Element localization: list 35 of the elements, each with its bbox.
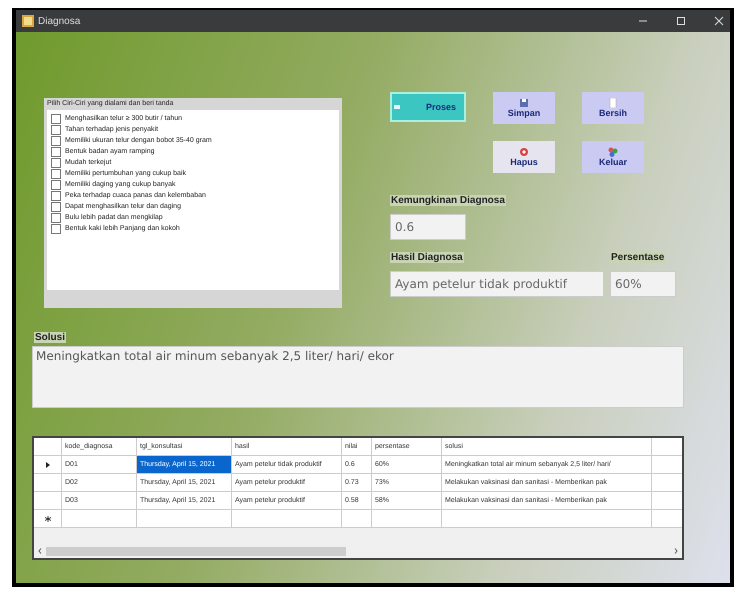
checkbox[interactable] xyxy=(51,180,61,190)
clear-button[interactable]: Bersih xyxy=(582,92,644,124)
checkbox[interactable] xyxy=(51,136,61,146)
app-icon xyxy=(22,15,34,27)
field-label: Hasil Diagnosa xyxy=(390,252,464,263)
checkbox[interactable] xyxy=(51,124,61,134)
maximize-icon[interactable] xyxy=(676,16,686,26)
checkbox[interactable] xyxy=(51,224,61,234)
new-row-icon xyxy=(44,516,50,522)
scroll-right-icon[interactable] xyxy=(674,548,678,554)
window-title: Diagnosa xyxy=(38,16,80,26)
page-icon xyxy=(608,98,618,108)
checkbox[interactable] xyxy=(51,114,61,124)
save-icon xyxy=(519,98,529,108)
field-label: Persentase xyxy=(610,252,666,263)
field-label: Solusi xyxy=(34,332,66,343)
dots-icon xyxy=(608,147,618,157)
save-button[interactable]: Simpan xyxy=(493,92,555,124)
delete-button[interactable]: Hapus xyxy=(493,141,555,173)
checkbox[interactable] xyxy=(51,146,61,156)
solution-field[interactable]: Meningkatkan total air minum sebanyak 2,5 liter/ hari/ ekor xyxy=(32,346,684,408)
checkbox[interactable] xyxy=(51,190,61,200)
exit-button[interactable]: Keluar xyxy=(582,141,644,173)
process-button[interactable]: Proses xyxy=(390,92,466,122)
scroll-left-icon[interactable] xyxy=(38,548,42,554)
checkbox[interactable] xyxy=(51,212,61,222)
probability-field[interactable]: 0.6 xyxy=(390,214,466,240)
result-field[interactable]: Ayam petelur tidak produktif xyxy=(390,271,604,297)
checkbox[interactable] xyxy=(51,202,61,212)
checkbox[interactable] xyxy=(51,158,61,168)
close-icon[interactable] xyxy=(714,16,724,26)
percentage-field[interactable]: 60% xyxy=(610,271,676,297)
checkbox[interactable] xyxy=(51,168,61,178)
ring-icon xyxy=(519,147,529,157)
field-label: Kemungkinan Diagnosa xyxy=(390,195,506,206)
